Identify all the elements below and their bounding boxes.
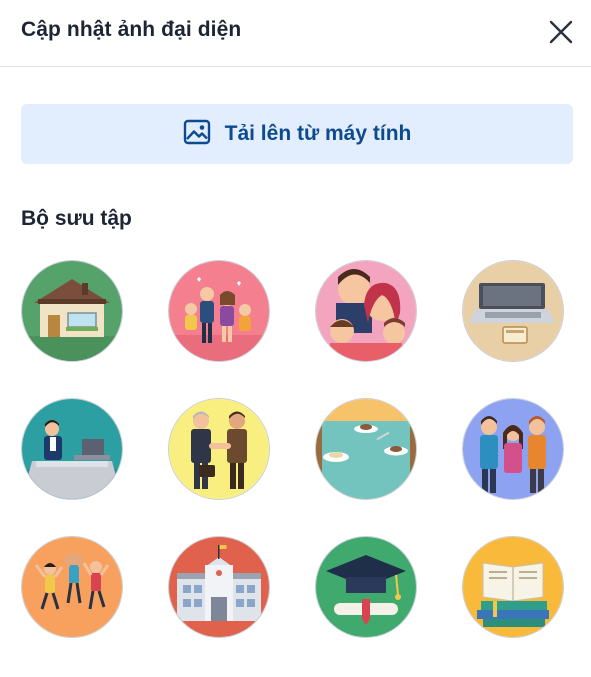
- avatar-graduation-cap[interactable]: [315, 536, 417, 638]
- avatar-jumping-kids[interactable]: [21, 536, 123, 638]
- avatar-cafe-table[interactable]: [315, 398, 417, 500]
- dialog-title: Cập nhật ảnh đại diện: [21, 18, 242, 41]
- dialog-header: Cập nhật ảnh đại diện: [0, 0, 591, 67]
- avatar-family-dancing[interactable]: [168, 260, 270, 362]
- avatar-business-handshake[interactable]: [168, 398, 270, 500]
- avatar-family-portrait[interactable]: [315, 260, 417, 362]
- image-icon: [183, 118, 211, 151]
- upload-button-label: Tải lên từ máy tính: [224, 122, 412, 145]
- avatar-office-worker[interactable]: [21, 398, 123, 500]
- avatar-friends-group[interactable]: [462, 398, 564, 500]
- collection-heading: Bộ sưu tập: [21, 207, 132, 230]
- avatar-school-building[interactable]: [168, 536, 270, 638]
- avatar-house[interactable]: [21, 260, 123, 362]
- avatar-books[interactable]: [462, 536, 564, 638]
- avatar-laptop-desk[interactable]: [462, 260, 564, 362]
- close-icon[interactable]: [544, 15, 578, 49]
- upload-from-computer-button[interactable]: Tải lên từ máy tính: [21, 104, 573, 164]
